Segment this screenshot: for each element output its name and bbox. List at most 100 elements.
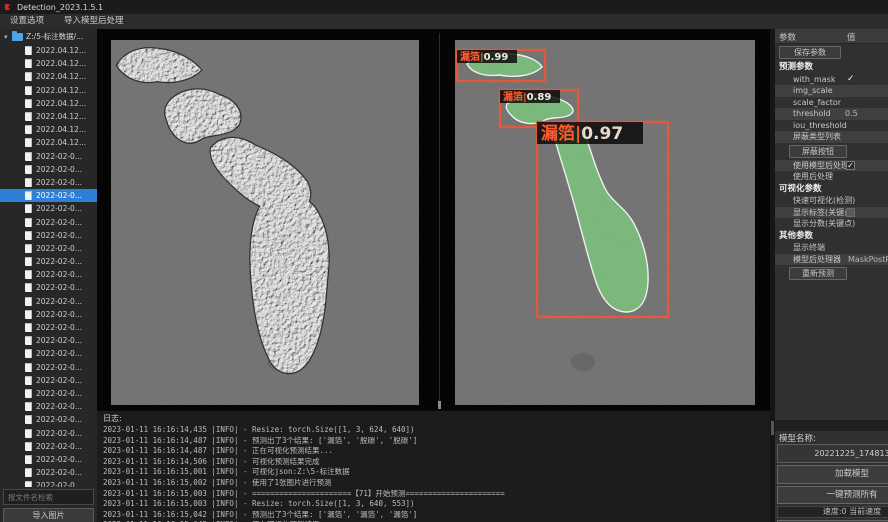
section-other-params: 其他参数	[775, 230, 888, 243]
tree-item[interactable]: 2022-02-0...	[0, 295, 97, 308]
tree-item[interactable]: 2022.04.12...	[0, 136, 97, 149]
file-icon	[25, 455, 32, 464]
checkbox-checked[interactable]: ✓	[846, 161, 855, 170]
file-icon	[25, 152, 32, 161]
tree-item[interactable]: 2022-02-0...	[0, 321, 97, 334]
file-icon	[25, 231, 32, 240]
log-title: 日志:	[103, 413, 122, 424]
tree-item[interactable]: 2022-02-0...	[0, 387, 97, 400]
tree-item[interactable]: 2022-02-0...	[0, 202, 97, 215]
threshold-value[interactable]: 0.5	[845, 108, 858, 120]
file-icon	[25, 442, 32, 451]
param-row-use-post[interactable]: 使用后处理	[775, 171, 888, 183]
tree-item[interactable]: 2022-02-0...	[0, 268, 97, 281]
file-icon	[25, 46, 32, 55]
log-area[interactable]: 日志: 2023-01-11 16:16:14,435 |INFO| - Res…	[97, 410, 770, 522]
tree-item[interactable]: 2022-02-0...	[0, 440, 97, 453]
tree-item[interactable]: 2022-02-0...	[0, 334, 97, 347]
menu-import-model-post[interactable]: 导入模型后处理	[54, 14, 134, 29]
file-icon	[25, 257, 32, 266]
tree-item[interactable]: 2022-02-0...	[0, 466, 97, 479]
tree-item[interactable]: 2022-02-0...	[0, 163, 97, 176]
tree-item[interactable]: 2022-02-0...	[0, 189, 97, 202]
param-row-scale-factor[interactable]: scale_factor	[775, 97, 888, 109]
file-icon	[25, 336, 32, 345]
file-icon	[25, 178, 32, 187]
param-row-use-model-post[interactable]: 使用模型后处理 ✓	[775, 160, 888, 172]
tree-item[interactable]: 2022-02-0...	[0, 347, 97, 360]
splitter-handle[interactable]	[438, 401, 441, 409]
svg-text:漏箔|0.89: 漏箔|0.89	[503, 90, 551, 103]
menu-bar: 设置选项 导入模型后处理	[0, 14, 888, 29]
file-icon	[25, 59, 32, 68]
file-icon	[25, 218, 32, 227]
tree-item[interactable]: 2022-02-0...	[0, 374, 97, 387]
log-line: 2023-01-11 16:16:15,003 |INFO| - Resize:…	[103, 499, 763, 510]
tree-root-folder[interactable]: ▾ Z:/5-标注数据/...	[0, 30, 97, 43]
file-icon	[25, 112, 32, 121]
file-icon	[25, 389, 32, 398]
log-line: 2023-01-11 16:16:14,435 |INFO| - Resize:…	[103, 425, 763, 436]
file-icon	[25, 481, 32, 487]
param-row-img-scale[interactable]: img_scale	[775, 85, 888, 97]
tree-item[interactable]: 2022-02-0...	[0, 400, 97, 413]
model-post-value[interactable]: MaskPostPro	[848, 254, 888, 266]
param-row-with-mask[interactable]: with_mask ✓	[775, 74, 888, 86]
raw-image-canvas[interactable]	[111, 40, 419, 405]
tree-item[interactable]: 2022-02-0...	[0, 255, 97, 268]
prediction-image-canvas[interactable]: 漏箔|0.99 漏箔|0.89 漏箔|0.97	[455, 40, 755, 405]
panel-splitter-grip[interactable]	[771, 421, 774, 435]
tree-item[interactable]: 2022-02-0...	[0, 176, 97, 189]
model-name-field[interactable]: 20221225_174813	[777, 444, 888, 463]
tree-item[interactable]: 2022.04.12...	[0, 123, 97, 136]
tree-item[interactable]: 2022-02-0...	[0, 413, 97, 426]
param-row-model-post[interactable]: 模型后处理器 MaskPostPro	[775, 254, 888, 266]
tree-item[interactable]: 2022-02-0...	[0, 281, 97, 294]
tree-item[interactable]: 2022.04.12...	[0, 110, 97, 123]
param-row-quick-visual[interactable]: 快速可视化(检测)	[775, 195, 888, 207]
params-panel: 参数 值 保存参数 预测参数 with_mask ✓ img_scale sca…	[775, 29, 888, 522]
param-row-show-label[interactable]: 显示标签(关键点)	[775, 207, 888, 219]
tree-expand-icon[interactable]: ▾	[4, 33, 12, 41]
tree-item[interactable]: 2022.04.12...	[0, 70, 97, 83]
tree-item[interactable]: 2022-02-0...	[0, 453, 97, 466]
tree-item-list[interactable]: 2022.04.12... 2022.04.12... 2022.04.12..…	[0, 44, 97, 487]
image-panel-raw	[97, 29, 437, 410]
tree-item[interactable]: 2022-02-0...	[0, 308, 97, 321]
tree-item[interactable]: 2022-02-0...	[0, 242, 97, 255]
tree-item[interactable]: 2022-02-0...	[0, 150, 97, 163]
checkmark-icon[interactable]: ✓	[847, 74, 855, 86]
folder-icon	[12, 33, 23, 41]
params-header: 参数 值	[775, 29, 888, 44]
search-input[interactable]	[3, 489, 94, 505]
predict-all-button[interactable]: 一键预测所有	[777, 486, 888, 504]
tree-item[interactable]: 2022-02-0	[0, 479, 97, 487]
file-icon	[25, 270, 32, 279]
params-col-value: 值	[847, 31, 856, 43]
load-model-button[interactable]: 加载模型	[777, 465, 888, 484]
tree-item[interactable]: 2022-02-0...	[0, 361, 97, 374]
app-window: Detection_2023.1.5.1 设置选项 导入模型后处理 ▾ Z:/5…	[0, 0, 888, 522]
window-title: Detection_2023.1.5.1	[17, 3, 103, 12]
tree-item[interactable]: 2022.04.12...	[0, 84, 97, 97]
menu-settings[interactable]: 设置选项	[0, 14, 54, 29]
tree-item[interactable]: 2022-02-0...	[0, 215, 97, 228]
repredict-button[interactable]: 重新预测	[789, 267, 847, 280]
param-row-mask-type-list[interactable]: 屏蔽类型列表	[775, 131, 888, 143]
tree-item[interactable]: 2022.04.12...	[0, 57, 97, 70]
file-icon	[25, 99, 32, 108]
mask-button[interactable]: 屏蔽按钮	[789, 145, 847, 158]
param-row-threshold[interactable]: threshold 0.5	[775, 108, 888, 120]
checkbox-unchecked[interactable]	[846, 208, 855, 217]
tree-item[interactable]: 2022.04.12...	[0, 97, 97, 110]
param-row-show-terminal[interactable]: 显示终端	[775, 242, 888, 254]
import-image-button[interactable]: 导入图片	[3, 508, 94, 522]
tree-item[interactable]: 2022.04.12...	[0, 44, 97, 57]
param-row-iou-threshold[interactable]: iou_threshold	[775, 120, 888, 132]
file-icon	[25, 191, 32, 200]
save-params-button[interactable]: 保存参数	[779, 46, 841, 59]
file-icon	[25, 244, 32, 253]
tree-item[interactable]: 2022-02-0...	[0, 426, 97, 439]
tree-item[interactable]: 2022-02-0...	[0, 229, 97, 242]
param-row-show-score[interactable]: 显示分数(关键点)	[775, 218, 888, 230]
